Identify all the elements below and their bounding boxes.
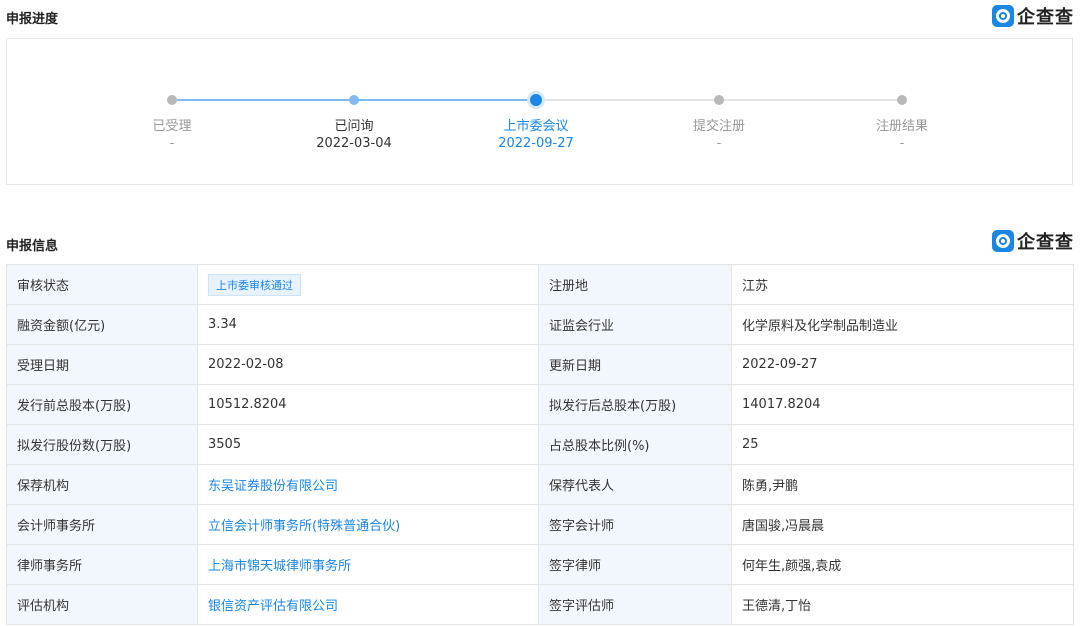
step-dot	[349, 95, 359, 105]
step-date: -	[899, 136, 905, 151]
table-row: 保荐机构 东吴证券股份有限公司 保荐代表人 陈勇,尹鹏	[6, 464, 1074, 505]
appraisal-firm-link[interactable]: 银信资产评估有限公司	[208, 599, 338, 614]
logo-text: 企查查	[1017, 7, 1074, 28]
key-cell: 受理日期	[6, 344, 198, 385]
value-cell: 2022-02-08	[197, 344, 539, 385]
step-label: 上市委会议	[503, 119, 569, 134]
value-cell: 14017.8204	[731, 384, 1074, 425]
value-cell: 10512.8204	[197, 384, 539, 425]
qichacha-logo-icon	[992, 5, 1014, 27]
key-cell: 占总股本比例(%)	[538, 424, 732, 465]
key-cell: 签字会计师	[538, 504, 732, 545]
table-row: 会计师事务所 立信会计师事务所(特殊普通合伙) 签字会计师 唐国骏,冯晨晨	[6, 504, 1074, 545]
key-cell: 拟发行股份数(万股)	[6, 424, 198, 465]
key-cell: 更新日期	[538, 344, 732, 385]
key-cell: 评估机构	[6, 584, 198, 625]
table-row: 审核状态 上市委审核通过 注册地 江苏	[6, 264, 1074, 305]
logo: 企查查	[992, 228, 1074, 254]
progress-panel: 已受理 - 已问询 2022-03-04 上市委会议 2022-09-27 提交…	[6, 38, 1073, 185]
key-cell: 注册地	[538, 264, 732, 305]
value-cell: 3.34	[197, 304, 539, 345]
status-badge: 上市委审核通过	[208, 273, 301, 296]
sponsor-link[interactable]: 东吴证券股份有限公司	[208, 479, 338, 494]
value-cell: 何年生,颜强,袁成	[731, 544, 1074, 585]
key-cell: 会计师事务所	[6, 504, 198, 545]
step-label: 注册结果	[875, 119, 928, 134]
info-table: 审核状态 上市委审核通过 注册地 江苏 融资金额(亿元) 3.34 证监会行业 …	[6, 264, 1074, 625]
value-cell: 上海市锦天城律师事务所	[197, 544, 539, 585]
key-cell: 保荐代表人	[538, 464, 732, 505]
key-cell: 签字评估师	[538, 584, 732, 625]
info-title: 申报信息	[6, 239, 59, 254]
qichacha-logo-icon	[992, 230, 1014, 252]
step-date: 2022-09-27	[498, 136, 574, 151]
step-dot	[897, 95, 907, 105]
table-row: 律师事务所 上海市锦天城律师事务所 签字律师 何年生,颜强,袁成	[6, 544, 1074, 585]
value-cell: 王德清,丁怡	[731, 584, 1074, 625]
value-cell: 3505	[197, 424, 539, 465]
step-dot	[167, 95, 177, 105]
value-cell: 立信会计师事务所(特殊普通合伙)	[197, 504, 539, 545]
value-cell: 上市委审核通过	[197, 264, 539, 305]
value-cell: 唐国骏,冯晨晨	[731, 504, 1074, 545]
key-cell: 拟发行后总股本(万股)	[538, 384, 732, 425]
table-row: 融资金额(亿元) 3.34 证监会行业 化学原料及化学制品制造业	[6, 304, 1074, 345]
key-cell: 融资金额(亿元)	[6, 304, 198, 345]
accounting-firm-link[interactable]: 立信会计师事务所(特殊普通合伙)	[208, 519, 400, 534]
value-cell: 东吴证券股份有限公司	[197, 464, 539, 505]
law-firm-link[interactable]: 上海市锦天城律师事务所	[208, 559, 351, 574]
logo-text: 企查查	[1017, 232, 1074, 253]
step-label: 已问询	[334, 119, 374, 134]
value-cell: 银信资产评估有限公司	[197, 584, 539, 625]
logo: 企查查	[992, 3, 1074, 29]
step-dot	[530, 94, 542, 106]
key-cell: 证监会行业	[538, 304, 732, 345]
key-cell: 保荐机构	[6, 464, 198, 505]
step-date: -	[716, 136, 722, 151]
value-cell: 2022-09-27	[731, 344, 1074, 385]
step-label: 提交注册	[692, 119, 745, 134]
key-cell: 签字律师	[538, 544, 732, 585]
progress-title: 申报进度	[6, 12, 59, 27]
table-row: 拟发行股份数(万股) 3505 占总股本比例(%) 25	[6, 424, 1074, 465]
value-cell: 陈勇,尹鹏	[731, 464, 1074, 505]
value-cell: 25	[731, 424, 1074, 465]
step-dot	[714, 95, 724, 105]
step-date: -	[169, 136, 175, 151]
value-cell: 化学原料及化学制品制造业	[731, 304, 1074, 345]
step-date: 2022-03-04	[316, 136, 392, 151]
table-row: 发行前总股本(万股) 10512.8204 拟发行后总股本(万股) 14017.…	[6, 384, 1074, 425]
key-cell: 发行前总股本(万股)	[6, 384, 198, 425]
key-cell: 审核状态	[6, 264, 198, 305]
key-cell: 律师事务所	[6, 544, 198, 585]
table-row: 受理日期 2022-02-08 更新日期 2022-09-27	[6, 344, 1074, 385]
value-cell: 江苏	[731, 264, 1074, 305]
step-label: 已受理	[152, 119, 192, 134]
table-row: 评估机构 银信资产评估有限公司 签字评估师 王德清,丁怡	[6, 584, 1074, 625]
